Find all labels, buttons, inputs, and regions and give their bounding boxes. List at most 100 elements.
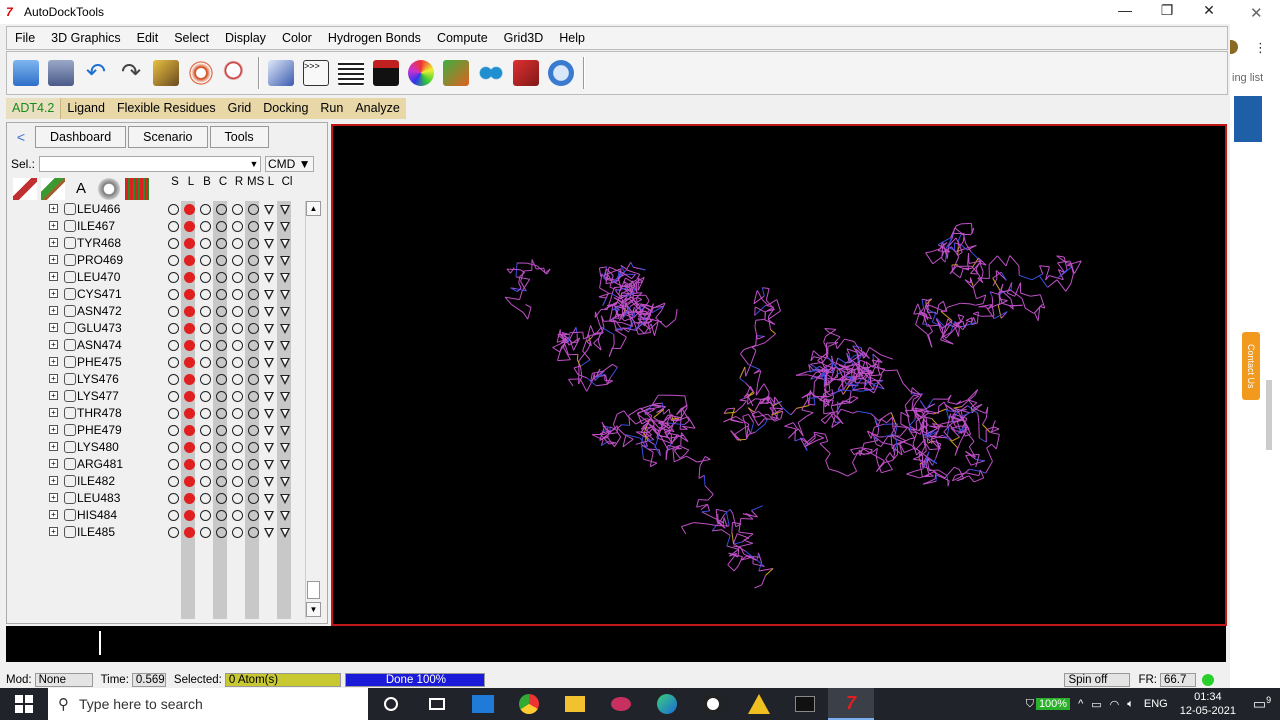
show-toggle[interactable] bbox=[165, 322, 181, 335]
ball-stick-toggle[interactable] bbox=[197, 271, 213, 284]
menu-compute[interactable]: Compute bbox=[429, 31, 496, 45]
dashboard-toggle-button[interactable] bbox=[509, 56, 543, 90]
cpk-toggle[interactable] bbox=[213, 203, 229, 216]
adt-menu-grid[interactable]: Grid bbox=[222, 98, 258, 119]
save-button[interactable] bbox=[44, 56, 78, 90]
lines-toggle[interactable] bbox=[181, 220, 197, 233]
ball-stick-toggle[interactable] bbox=[197, 203, 213, 216]
pencil-tool-button[interactable] bbox=[264, 56, 298, 90]
ribbon-toggle[interactable] bbox=[229, 339, 245, 352]
cpk-toggle[interactable] bbox=[213, 373, 229, 386]
ribbon-toggle[interactable] bbox=[229, 356, 245, 369]
menu-3d-graphics[interactable]: 3D Graphics bbox=[43, 31, 128, 45]
expand-icon[interactable]: + bbox=[49, 289, 58, 298]
label-dropdown[interactable] bbox=[261, 339, 277, 352]
show-toggle[interactable] bbox=[165, 288, 181, 301]
label-dropdown[interactable] bbox=[261, 492, 277, 505]
show-toggle[interactable] bbox=[165, 424, 181, 437]
ball-stick-toggle[interactable] bbox=[197, 305, 213, 318]
color-dropdown[interactable] bbox=[277, 441, 293, 454]
label-dropdown[interactable] bbox=[261, 254, 277, 267]
residue-row[interactable]: + LYS480 bbox=[7, 439, 307, 456]
cpk-toggle[interactable] bbox=[213, 271, 229, 284]
adt-menu-docking[interactable]: Docking bbox=[257, 98, 314, 119]
cpk-toggle[interactable] bbox=[213, 424, 229, 437]
color-dropdown[interactable] bbox=[277, 203, 293, 216]
show-toggle[interactable] bbox=[165, 390, 181, 403]
lines-toggle[interactable] bbox=[181, 407, 197, 420]
scroll-down-icon[interactable]: ▼ bbox=[306, 602, 321, 617]
label-dropdown[interactable] bbox=[261, 441, 277, 454]
pmv-button[interactable] bbox=[544, 56, 578, 90]
expand-icon[interactable]: + bbox=[49, 357, 58, 366]
expand-icon[interactable]: + bbox=[49, 272, 58, 281]
warning-app-icon[interactable] bbox=[736, 688, 782, 720]
expand-icon[interactable]: + bbox=[49, 510, 58, 519]
expand-icon[interactable]: + bbox=[49, 374, 58, 383]
lines-toggle[interactable] bbox=[181, 526, 197, 539]
color-dropdown[interactable] bbox=[277, 509, 293, 522]
lines-toggle[interactable] bbox=[181, 475, 197, 488]
cpk-toggle[interactable] bbox=[213, 390, 229, 403]
expand-icon[interactable]: + bbox=[49, 340, 58, 349]
residue-row[interactable]: + GLU473 bbox=[7, 320, 307, 337]
select-tool-icon[interactable] bbox=[13, 178, 37, 200]
battery-indicator[interactable]: 100% bbox=[1035, 698, 1071, 710]
residue-row[interactable]: + ILE485 bbox=[7, 524, 307, 541]
center-button[interactable] bbox=[184, 56, 218, 90]
expand-icon[interactable]: + bbox=[49, 221, 58, 230]
cpk-toggle[interactable] bbox=[213, 356, 229, 369]
ms-toggle[interactable] bbox=[245, 254, 261, 267]
menu-display[interactable]: Display bbox=[217, 31, 274, 45]
color-dropdown[interactable] bbox=[277, 305, 293, 318]
expand-icon[interactable]: + bbox=[49, 425, 58, 434]
ribbon-toggle[interactable] bbox=[229, 220, 245, 233]
lines-toggle[interactable] bbox=[181, 424, 197, 437]
mail-app-icon[interactable] bbox=[460, 688, 506, 720]
language-indicator[interactable]: ENG bbox=[1144, 698, 1168, 710]
battery-icon[interactable]: ▭ bbox=[1091, 698, 1101, 711]
molecule-button[interactable] bbox=[439, 56, 473, 90]
menu-color[interactable]: Color bbox=[274, 31, 320, 45]
label-dropdown[interactable] bbox=[261, 288, 277, 301]
ms-toggle[interactable] bbox=[245, 203, 261, 216]
screen-button[interactable] bbox=[369, 56, 403, 90]
app-icon[interactable] bbox=[598, 688, 644, 720]
pick-atom-button[interactable] bbox=[149, 56, 183, 90]
residue-row[interactable]: + HIS484 bbox=[7, 507, 307, 524]
label-dropdown[interactable] bbox=[261, 356, 277, 369]
ribbon-toggle[interactable] bbox=[229, 475, 245, 488]
task-view-icon[interactable] bbox=[414, 688, 460, 720]
lines-toggle[interactable] bbox=[181, 339, 197, 352]
label-dropdown[interactable] bbox=[261, 424, 277, 437]
residue-row[interactable]: + THR478 bbox=[7, 405, 307, 422]
cpk-toggle[interactable] bbox=[213, 322, 229, 335]
ball-stick-toggle[interactable] bbox=[197, 288, 213, 301]
redo-button[interactable]: ↷ bbox=[114, 56, 148, 90]
tab-scenario[interactable]: Scenario bbox=[128, 126, 208, 148]
python-shell-button[interactable]: >>> bbox=[299, 56, 333, 90]
lines-toggle[interactable] bbox=[181, 254, 197, 267]
lines-toggle[interactable] bbox=[181, 322, 197, 335]
gear-icon[interactable] bbox=[97, 178, 121, 200]
undo-button[interactable]: ↶ bbox=[79, 56, 113, 90]
cortana-icon[interactable] bbox=[368, 688, 414, 720]
3d-viewer[interactable] bbox=[331, 124, 1227, 626]
ball-stick-toggle[interactable] bbox=[197, 407, 213, 420]
label-dropdown[interactable] bbox=[261, 322, 277, 335]
cpk-toggle[interactable] bbox=[213, 254, 229, 267]
ball-stick-toggle[interactable] bbox=[197, 220, 213, 233]
residue-row[interactable]: + LYS476 bbox=[7, 371, 307, 388]
adt-menu-analyze[interactable]: Analyze bbox=[349, 98, 405, 119]
color-dropdown[interactable] bbox=[277, 526, 293, 539]
expand-icon[interactable]: + bbox=[49, 442, 58, 451]
expand-icon[interactable]: + bbox=[49, 204, 58, 213]
chevron-up-icon[interactable]: ^ bbox=[1078, 698, 1083, 710]
show-toggle[interactable] bbox=[165, 441, 181, 454]
menu-grid3d[interactable]: Grid3D bbox=[496, 31, 552, 45]
taskbar-search[interactable]: ⚲ Type here to search bbox=[48, 688, 368, 720]
ms-toggle[interactable] bbox=[245, 220, 261, 233]
ribbon-toggle[interactable] bbox=[229, 305, 245, 318]
residue-row[interactable]: + LEU483 bbox=[7, 490, 307, 507]
scroll-thumb[interactable] bbox=[307, 581, 320, 599]
